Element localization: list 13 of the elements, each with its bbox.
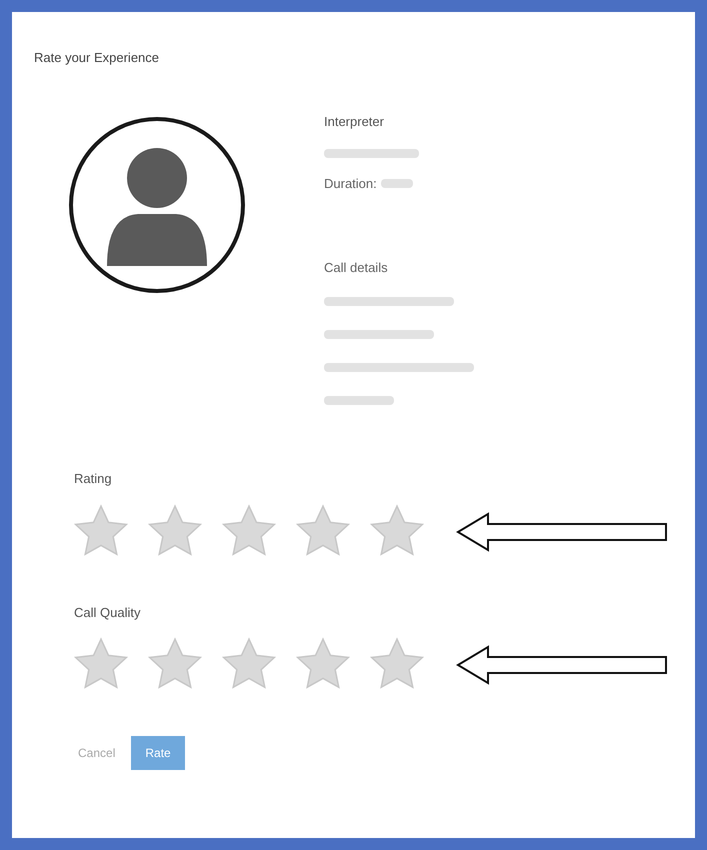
duration-label: Duration: — [324, 175, 377, 193]
illegible-text-line — [380, 179, 413, 188]
avatar-icon — [68, 116, 246, 294]
rating-label: Call Quality — [74, 604, 142, 622]
arrow-icon — [456, 512, 668, 552]
cancel-button[interactable]: Cancel — [78, 744, 116, 762]
illegible-text-line — [324, 396, 394, 405]
dialog-title: Rate your Experience — [34, 49, 160, 67]
section-heading: Call details — [324, 258, 389, 276]
rate-button[interactable]: Rate — [131, 736, 185, 770]
section-heading: Interpreter — [324, 112, 385, 131]
rating-label: Rating — [74, 470, 113, 488]
arrow-icon — [456, 645, 668, 685]
